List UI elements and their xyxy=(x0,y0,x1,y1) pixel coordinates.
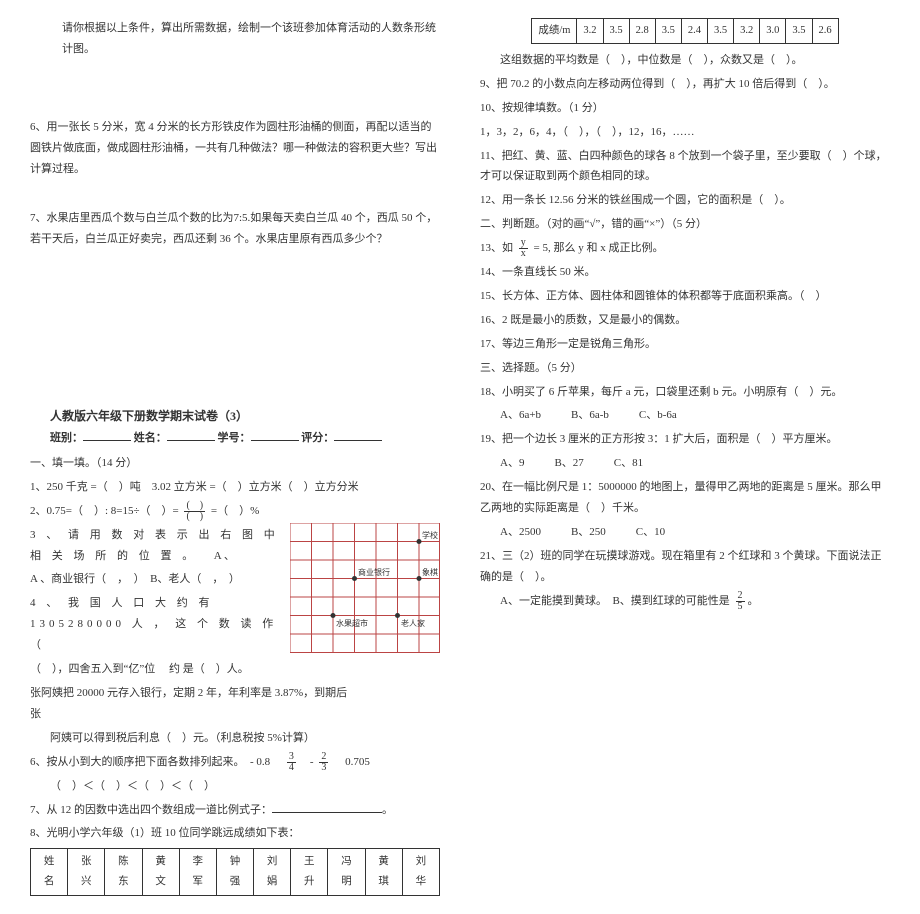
q1-6: 6、按从小到大的顺序把下面各数排列起来。 - 0.8 34 - 23 0.705 xyxy=(30,752,440,773)
grid-label-fruit: 水果超市 xyxy=(336,618,368,628)
q1-1: 1、250 千克 =（ ）吨 3.02 立方米 =（ ）立方米（ ）立方分米 xyxy=(30,477,440,498)
q14: 14、一条直线长 50 米。 xyxy=(480,262,890,283)
q10: 10、按规律填数。（1 分） xyxy=(480,98,890,119)
q19-choices: A、9B、27C、81 xyxy=(500,453,890,474)
paper-title: 人教版六年级下册数学期末试卷（3） xyxy=(50,405,440,428)
q11: 11、把红、黄、蓝、白四种颜色的球各 8 个放到一个袋子里，至少要取（ ）个球，… xyxy=(480,146,890,188)
q1-8: 8、光明小学六年级（1）班 10 位同学跳远成绩如下表： xyxy=(30,823,440,844)
q12: 12、用一条长 12.56 分米的铁丝围成一个圆，它的面积是（ ）。 xyxy=(480,190,890,211)
section-1-title: 一、填一填。（14 分） xyxy=(30,453,440,474)
grid-figure: 学校 商业银行 象棋 水果超市 老人家 xyxy=(290,523,440,653)
q19: 19、把一个边长 3 厘米的正方形按 3：1 扩大后，面积是（ ）平方厘米。 xyxy=(480,429,890,450)
q1-7: 7、从 12 的因数中选出四个数组成一道比例式子：。 xyxy=(30,800,440,821)
q17: 17、等边三角形一定是锐角三角形。 xyxy=(480,334,890,355)
q20-choices: A、2500B、250C、10 xyxy=(500,522,890,543)
grid-label-old: 老人家 xyxy=(401,618,425,628)
q13: 13、如 yx = 5, 那么 y 和 x 成正比例。 xyxy=(480,238,890,259)
q1-2: 2、0.75=（ ）: 8=15÷（ ）= ( )( ) =（ ）% xyxy=(30,501,440,522)
question-6: 6、用一张长 5 分米，宽 4 分米的长方形铁皮作为圆柱形油桶的侧面，再配以适当… xyxy=(30,117,440,180)
q21: 21、三（2）班的同学在玩摸球游戏。现在箱里有 2 个红球和 3 个黄球。下面说… xyxy=(480,546,890,588)
avg-line: 这组数据的平均数是（ ），中位数是（ ），众数又是（ ）。 xyxy=(500,50,890,71)
q21b: A、一定能摸到黄球。 B、摸到红球的可能性是 25。 xyxy=(500,591,890,612)
grid-label-bank: 商业银行 xyxy=(358,567,390,577)
section-2-title: 二、判断题。（对的画“√”，错的画“×”）（5 分） xyxy=(480,214,890,235)
grid-label-school: 学校 xyxy=(422,530,438,540)
q1-4b: （ ），四舍五入到“亿”位 约 是（ ）人。 xyxy=(30,659,440,680)
instruction-top: 请你根据以上条件，算出所需数据，绘制一个该班参加体育活动的人数条形统计图。 xyxy=(62,18,440,60)
section-3-title: 三、选择题。（5 分） xyxy=(480,358,890,379)
score-table: 成绩/m 3.23.52.8 3.52.43.5 3.23.03.5 2.6 xyxy=(531,18,838,44)
q10b: 1，3，2，6，4，（ ），（ ），12，16，…… xyxy=(480,122,890,143)
q15: 15、长方体、正方体、圆柱体和圆锥体的体积都等于底面积乘高。（ ） xyxy=(480,286,890,307)
grid-label-chess: 象棋 xyxy=(422,567,438,577)
q20: 20、在一幅比例尺是 1：5000000 的地图上，量得甲乙两地的距离是 5 厘… xyxy=(480,477,890,519)
question-7: 7、水果店里西瓜个数与白兰瓜个数的比为7:5.如果每天卖白兰瓜 40 个，西瓜 … xyxy=(30,208,440,250)
q18: 18、小明买了 6 斤苹果，每斤 a 元，口袋里还剩 b 元。小明原有（ ）元。 xyxy=(480,382,890,403)
q16: 16、2 既是最小的质数，又是最小的偶数。 xyxy=(480,310,890,331)
q9: 9、把 70.2 的小数点向左移动两位得到（ ），再扩大 10 倍后得到（ ）。 xyxy=(480,74,890,95)
q18-choices: A、6a+bB、6a-bC、b-6a xyxy=(500,405,890,426)
q1-5: 张阿姨把 20000 元存入银行，定期 2 年，年利率是 3.87%，到期后 张 xyxy=(30,683,440,725)
q1-5b: 阿姨可以得到税后利息（ ）元。（利息税按 5%计算） xyxy=(50,728,440,749)
names-table: 姓名张兴陈东 黄文李军钟强 刘娟王升冯明 黄琪刘华 xyxy=(30,848,440,896)
q1-6c: （ ）＜（ ）＜（ ）＜（ ） xyxy=(50,776,440,797)
paper-header: 班别： 姓名： 学号： 评分： xyxy=(50,428,440,449)
